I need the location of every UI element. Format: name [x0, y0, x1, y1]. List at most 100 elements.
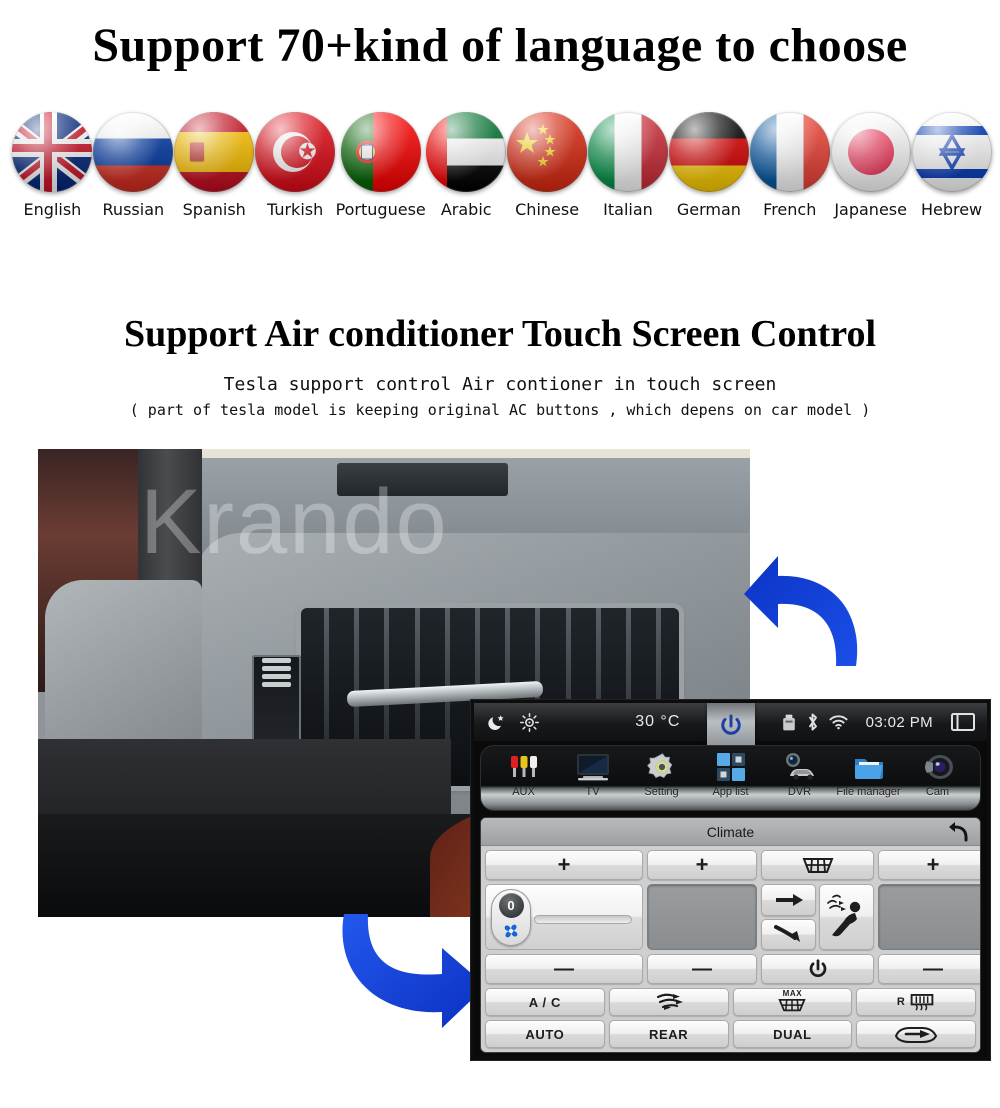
- passenger-temp-down-button[interactable]: —: [878, 954, 980, 984]
- flag-item-portuguese[interactable]: Portuguese: [336, 112, 426, 219]
- dock-label: App list: [712, 786, 749, 798]
- recirculation-button[interactable]: [856, 1020, 976, 1048]
- seat-airflow-button[interactable]: [819, 884, 874, 950]
- flag-label: Turkish: [266, 200, 324, 219]
- app-dock: AUX TV Setting App list DVR File manager…: [480, 745, 981, 811]
- flag-label: Hebrew: [920, 200, 983, 219]
- window-icon[interactable]: [951, 713, 975, 731]
- front-defrost-button[interactable]: [761, 850, 874, 880]
- airflow-floor-button[interactable]: [761, 918, 816, 950]
- annotation-arrow-bottom: [338, 912, 488, 1028]
- power-icon: [720, 714, 741, 735]
- minus-icon: —: [692, 958, 712, 980]
- dual-zone-button[interactable]: DUAL: [732, 1020, 853, 1048]
- plus-icon: +: [926, 852, 940, 877]
- rear-mode-label: REAR: [649, 1026, 689, 1042]
- minus-icon: —: [554, 958, 574, 980]
- flag-label: Russian: [102, 200, 165, 219]
- flag-label: French: [763, 200, 817, 219]
- driver-temp-up-button[interactable]: +: [485, 850, 643, 880]
- moon-icon[interactable]: [488, 713, 506, 731]
- flag-label: Spanish: [182, 200, 246, 219]
- climate-power-button[interactable]: [761, 954, 874, 984]
- dock-item-file-manager[interactable]: File manager: [834, 750, 903, 798]
- dock-item-setting[interactable]: Setting: [627, 750, 696, 798]
- flag-item-chinese[interactable]: Chinese: [507, 112, 588, 219]
- minus-icon: —: [923, 958, 943, 980]
- flag-icon-it: [587, 112, 668, 192]
- auto-label: AUTO: [525, 1026, 565, 1042]
- fan-icon: [499, 920, 523, 942]
- television-icon: [575, 750, 611, 784]
- fan-speed-down-button[interactable]: —: [647, 954, 757, 984]
- flag-icon-tr: ✪: [255, 112, 336, 192]
- max-label: MAX: [782, 989, 803, 998]
- auto-mode-button[interactable]: AUTO: [485, 1020, 605, 1048]
- arrow-right-icon: [774, 893, 804, 907]
- sun-brightness-icon[interactable]: [520, 712, 539, 732]
- plus-icon: +: [557, 852, 571, 877]
- flag-label: Arabic: [440, 200, 492, 219]
- flag-label: Japanese: [834, 200, 907, 219]
- flag-icon-jp: [830, 112, 911, 192]
- ac-toggle-button[interactable]: A / C: [485, 988, 605, 1016]
- flag-item-english[interactable]: English: [12, 112, 93, 219]
- slider-track[interactable]: [534, 915, 632, 924]
- front-defog-button[interactable]: [608, 988, 729, 1016]
- max-defrost-icon: MAX: [777, 990, 807, 1014]
- fan-speed-value: 0: [498, 893, 524, 918]
- flag-item-arabic[interactable]: Arabic: [426, 112, 507, 219]
- dock-label: AUX: [512, 786, 535, 798]
- back-arrow-icon[interactable]: [946, 821, 970, 843]
- language-headline: Support 70+kind of language to choose: [92, 19, 908, 72]
- plus-icon: +: [695, 852, 709, 877]
- fan-speed-up-button[interactable]: +: [647, 850, 757, 880]
- flag-label: English: [23, 200, 82, 219]
- dock-label: Cam: [925, 786, 950, 798]
- rca-connectors-icon: [507, 750, 541, 784]
- flag-label: Italian: [603, 200, 653, 219]
- flag-item-french[interactable]: French: [749, 112, 830, 219]
- car-head-unit: 30 °C 03:02 PM AUX TV Setting App list D…: [471, 700, 990, 1060]
- ac-subtitle-primary: Tesla support control Air contioner in t…: [223, 374, 777, 395]
- dock-item-dvr[interactable]: DVR: [765, 750, 834, 798]
- slider-handle[interactable]: 0: [491, 889, 531, 946]
- folder-icon: [853, 750, 885, 784]
- flag-item-german[interactable]: German: [668, 112, 749, 219]
- flag-icon-de: [668, 112, 749, 192]
- dock-label: DVR: [787, 786, 812, 798]
- dock-label: File manager: [836, 786, 901, 798]
- wifi-icon: [829, 714, 848, 730]
- airflow-face-button[interactable]: [761, 884, 816, 916]
- airflow-lines-icon: [654, 991, 684, 1013]
- climate-row-modes: AUTO REAR DUAL: [485, 1020, 976, 1048]
- flag-item-italian[interactable]: Italian: [587, 112, 669, 219]
- flag-item-hebrew[interactable]: Hebrew: [911, 112, 992, 219]
- dock-item-cam[interactable]: Cam: [903, 750, 972, 798]
- camera-lens-icon: [921, 750, 955, 784]
- rear-defog-button[interactable]: R: [856, 988, 976, 1016]
- flag-item-turkish[interactable]: ✪ Turkish: [255, 112, 336, 219]
- dock-item-aux[interactable]: AUX: [489, 750, 558, 798]
- rear-climate-button[interactable]: REAR: [608, 1020, 729, 1048]
- max-defrost-button[interactable]: MAX: [732, 988, 853, 1016]
- flag-item-spanish[interactable]: Spanish: [174, 112, 255, 219]
- passenger-temp-up-button[interactable]: +: [878, 850, 980, 880]
- driver-temp-down-button[interactable]: —: [485, 954, 643, 984]
- flag-icon-es: [174, 112, 255, 192]
- dock-item-app-list[interactable]: App list: [696, 750, 765, 798]
- passenger-temp-display: [878, 884, 980, 950]
- dual-label: DUAL: [773, 1026, 812, 1042]
- power-button[interactable]: [706, 703, 755, 749]
- flag-item-japanese[interactable]: Japanese: [830, 112, 911, 219]
- climate-title: Climate: [706, 823, 755, 840]
- recirculation-car-icon: [892, 1023, 940, 1045]
- flag-list: English Russian Spanish ✪ Turkish Portug…: [12, 112, 992, 242]
- fan-speed-slider[interactable]: 0: [485, 884, 643, 950]
- flag-icon-ae: [426, 112, 507, 192]
- climate-row-decrement: — — —: [485, 954, 980, 984]
- clock: 03:02 PM: [865, 713, 933, 731]
- dock-item-tv[interactable]: TV: [558, 750, 627, 798]
- flag-icon-il: [911, 112, 992, 192]
- flag-item-russian[interactable]: Russian: [93, 112, 174, 219]
